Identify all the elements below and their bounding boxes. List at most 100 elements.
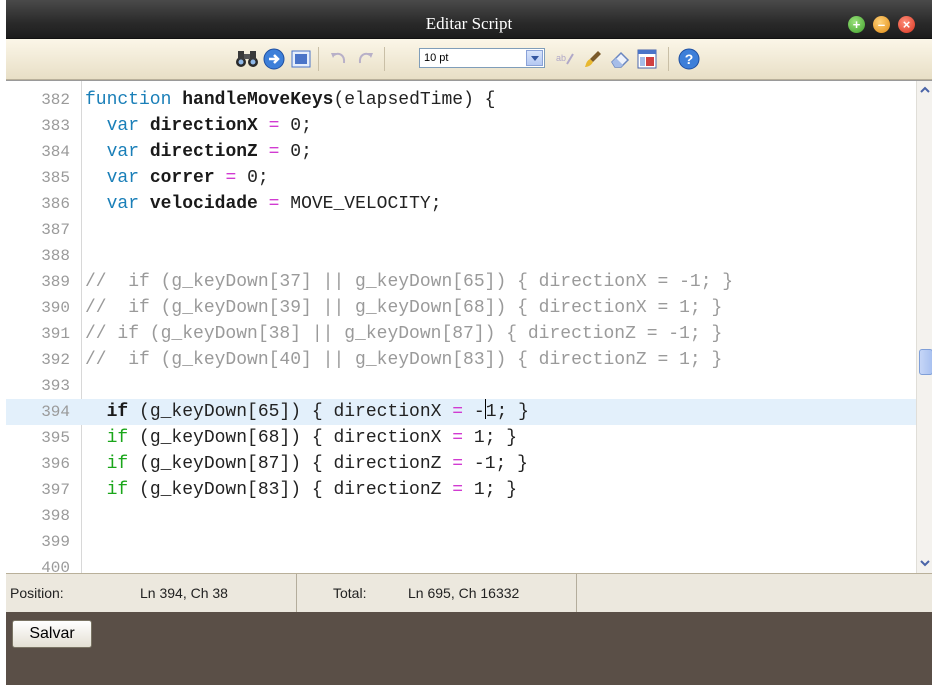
help-icon[interactable]: ? [677, 47, 701, 71]
code-token: MOVE_VELOCITY; [279, 194, 442, 214]
code-token: var [106, 168, 150, 188]
font-size-select[interactable]: 10 pt [419, 48, 545, 68]
status-bar: Position: Ln 394, Ch 38 Total: Ln 695, C… [6, 573, 932, 613]
code-line[interactable]: 383 var directionX = 0; [6, 113, 916, 139]
code-text: // if (g_keyDown[40] || g_keyDown[83]) {… [85, 347, 722, 373]
window-icon[interactable] [635, 47, 659, 71]
total-value: Ln 695, Ch 16332 [408, 585, 520, 601]
code-token: (g_keyDown[83]) { directionZ [139, 480, 453, 500]
line-number: 388 [41, 247, 70, 265]
undo-icon[interactable] [326, 47, 350, 71]
brush-icon[interactable] [581, 47, 605, 71]
code-token: 0; [236, 168, 269, 188]
svg-text:?: ? [685, 51, 694, 67]
code-line[interactable]: 388 [6, 243, 916, 269]
maximize-button[interactable]: + [848, 16, 865, 33]
code-token: // if (g_keyDown[40] || g_keyDown[83]) {… [85, 350, 723, 370]
code-text: // if (g_keyDown[39] || g_keyDown[68]) {… [85, 295, 722, 321]
code-token: directionZ [149, 142, 269, 162]
code-token: -1; } [463, 454, 528, 474]
code-text: if (g_keyDown[87]) { directionZ = -1; } [85, 451, 528, 477]
redo-icon[interactable] [354, 47, 378, 71]
line-number: 386 [41, 195, 70, 213]
code-line[interactable]: 393 [6, 373, 916, 399]
code-token: (g_keyDown[87]) { directionZ [139, 454, 453, 474]
position-label: Position: [10, 585, 64, 601]
code-line[interactable]: 395 if (g_keyDown[68]) { directionX = 1;… [6, 425, 916, 451]
code-token: 0; [279, 142, 312, 162]
code-line[interactable]: 384 var directionZ = 0; [6, 139, 916, 165]
vertical-scrollbar[interactable] [916, 81, 932, 573]
code-token: handleMoveKeys [182, 90, 334, 110]
code-line[interactable]: 398 [6, 503, 916, 529]
minimize-button[interactable]: – [873, 16, 890, 33]
code-text: // if (g_keyDown[37] || g_keyDown[65]) {… [85, 269, 733, 295]
code-text: var correr = 0; [85, 165, 269, 191]
code-token: 1; } [463, 428, 518, 448]
scroll-up-button[interactable] [918, 83, 932, 98]
code-token: var [106, 142, 150, 162]
position-value: Ln 394, Ch 38 [140, 585, 228, 601]
code-token: = [268, 142, 280, 162]
line-number: 391 [41, 325, 70, 343]
code-token: 0; [279, 116, 312, 136]
code-token: (g_keyDown[65]) { directionX [139, 402, 453, 422]
code-text: function handleMoveKeys(elapsedTime) { [85, 87, 495, 113]
code-line[interactable]: 389 // if (g_keyDown[37] || g_keyDown[65]… [6, 269, 916, 295]
code-token: = [452, 428, 464, 448]
code-token: = [268, 116, 280, 136]
scroll-thumb[interactable] [919, 349, 932, 375]
save-button[interactable]: Salvar [12, 620, 92, 648]
binoculars-icon[interactable] [235, 47, 259, 71]
line-number: 393 [41, 377, 70, 395]
chevron-down-icon[interactable] [526, 50, 543, 66]
line-number: 383 [41, 117, 70, 135]
scroll-down-button[interactable] [918, 556, 932, 571]
code-editor[interactable]: 382 function handleMoveKeys(elapsedTime) … [6, 80, 932, 577]
code-line[interactable]: 382 function handleMoveKeys(elapsedTime) … [6, 87, 916, 113]
code-token: if [106, 402, 140, 422]
code-text: if (g_keyDown[68]) { directionX = 1; } [85, 425, 518, 451]
eraser-icon[interactable] [608, 47, 632, 71]
code-line[interactable]: 399 [6, 529, 916, 555]
code-line[interactable]: 392 // if (g_keyDown[40] || g_keyDown[83]… [6, 347, 916, 373]
line-number: 398 [41, 507, 70, 525]
line-number: 399 [41, 533, 70, 551]
current-code-line[interactable]: 394 if (g_keyDown[65]) { directionX = -1… [6, 399, 916, 425]
code-token: correr [149, 168, 226, 188]
line-number: 385 [41, 169, 70, 187]
select-all-icon[interactable] [289, 47, 313, 71]
window-title: Editar Script [425, 14, 513, 33]
title-bar[interactable]: Editar Script + – × [6, 0, 932, 39]
font-size-value: 10 pt [424, 52, 449, 64]
code-line[interactable]: 391 // if (g_keyDown[38] || g_keyDown[87]… [6, 321, 916, 347]
code-token: if [106, 480, 140, 500]
code-token: = [452, 402, 464, 422]
code-token: // if (g_keyDown[39] || g_keyDown[68]) {… [85, 298, 723, 318]
word-wrap-icon[interactable]: ab [554, 47, 578, 71]
code-token: function [85, 90, 183, 110]
line-number: 387 [41, 221, 70, 239]
code-line[interactable]: 390 // if (g_keyDown[39] || g_keyDown[68]… [6, 295, 916, 321]
code-line[interactable]: 387 [6, 217, 916, 243]
code-token: var [106, 194, 150, 214]
line-number: 390 [41, 299, 70, 317]
close-button[interactable]: × [898, 16, 915, 33]
code-line[interactable]: 386 var velocidade = MOVE_VELOCITY; [6, 191, 916, 217]
code-line[interactable]: 396 if (g_keyDown[87]) { directionZ = -1… [6, 451, 916, 477]
code-line[interactable]: 385 var correr = 0; [6, 165, 916, 191]
code-text: // if (g_keyDown[38] || g_keyDown[87]) {… [85, 321, 722, 347]
code-text: if (g_keyDown[83]) { directionZ = 1; } [85, 477, 518, 503]
code-token: directionX [149, 116, 269, 136]
go-arrow-icon[interactable] [262, 47, 286, 71]
total-label: Total: [333, 585, 367, 601]
code-text: var velocidade = MOVE_VELOCITY; [85, 191, 442, 217]
line-number: 397 [41, 481, 70, 499]
code-token: 1; } [463, 480, 518, 500]
line-number: 389 [41, 273, 70, 291]
code-line[interactable]: 397 if (g_keyDown[83]) { directionZ = 1;… [6, 477, 916, 503]
